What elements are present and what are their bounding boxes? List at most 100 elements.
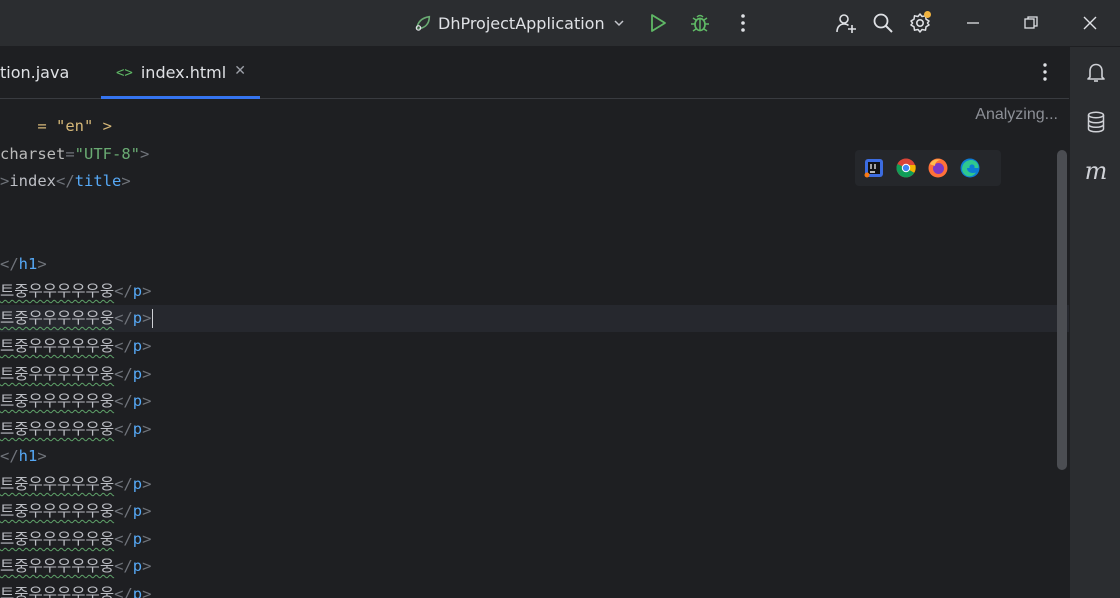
tab-label: index.html <box>140 63 227 82</box>
tag-close: > <box>142 420 152 438</box>
add-user-icon[interactable] <box>834 11 858 35</box>
tag-name: p <box>132 420 143 438</box>
tab-application-java[interactable]: tion.java <box>0 47 100 98</box>
run-config-label: DhProjectApplication <box>438 13 605 33</box>
right-tool-strip: m <box>1069 47 1120 598</box>
tag-close: > <box>121 172 131 190</box>
search-icon[interactable] <box>871 11 895 35</box>
tag-close: > <box>142 337 152 355</box>
tag-name: p <box>132 392 143 410</box>
tag-close: > <box>142 475 152 493</box>
code-line: = "en" > <box>0 99 112 135</box>
code-line: 트중우우우우우웅</p> <box>0 581 151 598</box>
text-content: 트중우우우우우웅 <box>0 420 115 438</box>
code-line: 트중우우우우우웅</p> <box>0 333 151 360</box>
tag-name: h1 <box>18 447 38 465</box>
code-line: </h1> <box>0 443 47 470</box>
maven-icon[interactable]: m <box>1083 157 1109 185</box>
text-content: 트중우우우우우웅 <box>0 585 115 598</box>
tag-close: > <box>142 585 152 598</box>
text-content: index <box>9 172 57 190</box>
tag-close: > <box>142 365 152 383</box>
attr-name: charset <box>0 145 66 163</box>
tag-open: </ <box>114 557 133 575</box>
tag-close: > <box>142 530 152 548</box>
vertical-scrollbar[interactable] <box>1057 150 1067 470</box>
code-line-current: 트중우우우우우웅</p> <box>0 305 1069 332</box>
tag-open: </ <box>56 172 75 190</box>
attr-value: "UTF-8" <box>74 145 140 163</box>
tag-open: </ <box>114 420 133 438</box>
text-content: 트중우우우우우웅 <box>0 475 115 493</box>
tag-open: </ <box>114 475 133 493</box>
text-content: 트중우우우우우웅 <box>0 392 115 410</box>
tag-open: </ <box>114 530 133 548</box>
code-line: </h1> <box>0 251 47 278</box>
title-bar: DhProjectApplication <box>0 0 1120 47</box>
text-content: 트중우우우우우웅 <box>0 557 115 575</box>
tag-open: </ <box>114 309 133 327</box>
intellij-preview-icon[interactable] <box>863 157 885 179</box>
tag-name: p <box>132 337 143 355</box>
text-content: 트중우우우우우웅 <box>0 309 115 327</box>
update-badge <box>924 11 931 18</box>
tag-close: > <box>142 309 152 327</box>
tag-name: p <box>132 309 143 327</box>
tag-name: p <box>132 530 143 548</box>
restore-icon[interactable] <box>1019 11 1043 35</box>
text-content: 트중우우우우우웅 <box>0 282 115 300</box>
code-line: 트중우우우우우웅</p> <box>0 278 151 305</box>
tag-name: h1 <box>18 255 38 273</box>
tab-close-icon[interactable]: ✕ <box>234 63 246 79</box>
tag-open: </ <box>114 392 133 410</box>
firefox-icon[interactable] <box>927 157 949 179</box>
minimize-icon[interactable] <box>961 11 985 35</box>
code-line: charset="UTF-8"> <box>0 141 149 168</box>
analysis-status: Analyzing... <box>975 106 1058 123</box>
database-icon[interactable] <box>1083 109 1109 135</box>
tag-name: p <box>132 502 143 520</box>
close-icon[interactable] <box>1078 11 1102 35</box>
settings-icon[interactable] <box>908 11 932 35</box>
tag-close: > <box>37 255 47 273</box>
tag-close: > <box>142 392 152 410</box>
tag-close: > <box>142 502 152 520</box>
tag-close: > <box>140 145 150 163</box>
tag-close: > <box>142 282 152 300</box>
code-editor[interactable]: Analyzing... = "en" > charset="UTF-8"> >… <box>0 99 1069 598</box>
edge-icon[interactable] <box>959 157 981 179</box>
text-content: 트중우우우우우웅 <box>0 365 115 383</box>
tab-label: tion.java <box>0 63 70 82</box>
tag-close: > <box>142 557 152 575</box>
debug-icon[interactable] <box>688 11 712 35</box>
code-line: 트중우우우우우웅</p> <box>0 416 151 443</box>
tag-open: </ <box>0 255 19 273</box>
tag-name: p <box>132 365 143 383</box>
tag-name: p <box>132 282 143 300</box>
tab-index-html[interactable]: <> index.html ✕ <box>101 47 260 99</box>
text-content: 트중우우우우우웅 <box>0 530 115 548</box>
text-content: 트중우우우우우웅 <box>0 502 115 520</box>
text-caret <box>152 309 154 328</box>
tag-open: </ <box>114 282 133 300</box>
code-line: 트중우우우우우웅</p> <box>0 471 151 498</box>
tag-name: p <box>132 475 143 493</box>
tag-close: > <box>37 447 47 465</box>
code-line: >index</title> <box>0 168 131 195</box>
tag-open: </ <box>114 502 133 520</box>
more-icon[interactable] <box>731 11 755 35</box>
editor-tab-bar: tion.java <> index.html ✕ <box>0 47 1069 99</box>
tag-name: title <box>74 172 122 190</box>
tag-open: </ <box>114 365 133 383</box>
code-fragment: = "en" > <box>37 117 112 135</box>
run-icon[interactable] <box>646 11 670 35</box>
tab-options-icon[interactable] <box>1034 59 1056 85</box>
tag-open: </ <box>0 447 19 465</box>
tag-name: p <box>132 585 143 598</box>
run-config-selector[interactable]: DhProjectApplication <box>414 10 625 36</box>
spring-leaf-icon <box>415 15 431 31</box>
chrome-icon[interactable] <box>895 157 917 179</box>
browser-preview-bar <box>855 150 1001 186</box>
notifications-icon[interactable] <box>1083 59 1109 85</box>
code-line: 트중우우우우우웅</p> <box>0 526 151 553</box>
